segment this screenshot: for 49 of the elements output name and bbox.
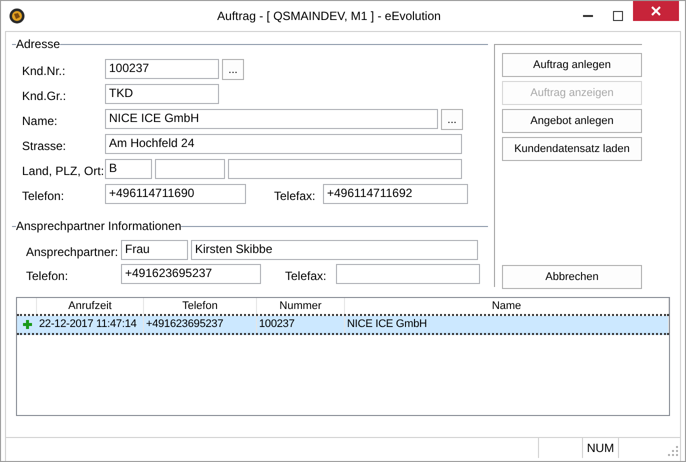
action-button[interactable]: Auftrag anlegen bbox=[502, 53, 642, 77]
country-field[interactable]: B bbox=[105, 159, 152, 179]
customer-number-field[interactable]: 100237 bbox=[105, 59, 219, 79]
browse-button[interactable]: ... bbox=[441, 109, 463, 130]
contact-name-field[interactable]: Kirsten Skibbe bbox=[191, 240, 478, 260]
plus-icon bbox=[22, 320, 32, 329]
field-label: Land, PLZ, Ort: bbox=[22, 163, 102, 180]
column-header[interactable]: Name bbox=[345, 298, 669, 314]
group-title: Ansprechpartner Informationen bbox=[16, 218, 182, 235]
resize-grip-icon bbox=[668, 446, 678, 456]
phone-field[interactable]: +496114711690 bbox=[105, 184, 246, 204]
table-row[interactable]: 22-12-2017 11:47:14 +491623695237 100237 NICE ICE GmbH bbox=[17, 316, 669, 335]
salutation-field[interactable]: Frau bbox=[121, 240, 188, 260]
city-field[interactable] bbox=[228, 159, 462, 179]
field-label: Ansprechpartner: bbox=[26, 244, 118, 261]
close-button[interactable] bbox=[633, 1, 679, 21]
field-label: Knd.Gr.: bbox=[22, 88, 68, 105]
action-button[interactable]: Kundendatensatz laden bbox=[502, 137, 642, 161]
field-label: Telefon: bbox=[26, 268, 70, 285]
field-label: Telefax: bbox=[285, 268, 328, 285]
field-label: Telefax: bbox=[274, 188, 316, 205]
window-title: Auftrag - [ QSMAINDEV, M1 ] - eEvolution bbox=[216, 8, 442, 25]
table-cell: NICE ICE GmbH bbox=[345, 316, 669, 333]
field-label: Telefon: bbox=[22, 188, 66, 205]
app-logo-icon bbox=[9, 8, 25, 24]
field-label: Knd.Nr.: bbox=[22, 63, 66, 80]
field-label: Name: bbox=[22, 113, 58, 130]
num-lock-indicator: NUM bbox=[582, 438, 618, 458]
minimize-icon bbox=[583, 15, 593, 17]
table-cell: 100237 bbox=[257, 316, 345, 333]
table-cell: +491623695237 bbox=[144, 316, 257, 333]
fax-field[interactable]: +496114711692 bbox=[323, 184, 468, 204]
column-header[interactable]: Nummer bbox=[257, 298, 345, 314]
contact-phone-field[interactable]: +491623695237 bbox=[121, 264, 261, 284]
group-title: Adresse bbox=[16, 36, 60, 53]
street-field[interactable]: Am Hochfeld 24 bbox=[105, 134, 462, 154]
contact-fax-field[interactable] bbox=[336, 264, 480, 284]
postcode-field[interactable] bbox=[155, 159, 225, 179]
cancel-button[interactable]: Abbrechen bbox=[502, 265, 642, 289]
name-field[interactable]: NICE ICE GmbH bbox=[105, 109, 438, 129]
browse-button[interactable]: ... bbox=[222, 59, 244, 80]
column-header[interactable]: Anrufzeit bbox=[37, 298, 144, 314]
customer-group-field[interactable]: TKD bbox=[105, 84, 219, 104]
field-label: Strasse: bbox=[22, 138, 68, 155]
maximize-icon bbox=[613, 11, 623, 21]
close-icon bbox=[651, 6, 661, 16]
action-button[interactable]: Angebot anlegen bbox=[502, 109, 642, 133]
table-cell: 22-12-2017 11:47:14 bbox=[37, 316, 144, 333]
column-header[interactable]: Telefon bbox=[144, 298, 257, 314]
